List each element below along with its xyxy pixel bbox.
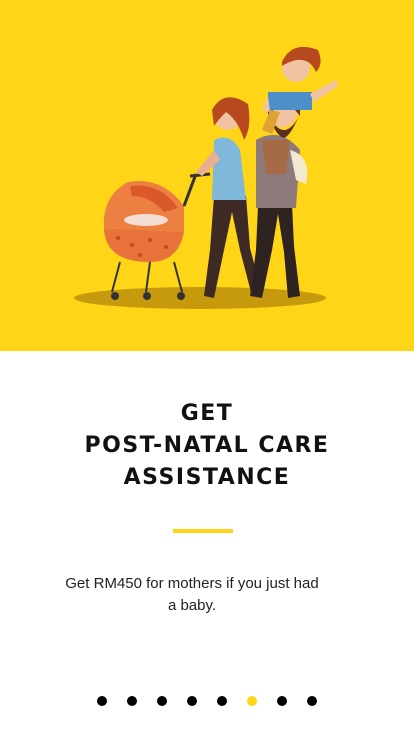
title-line-2: POST-NATAL CARE — [84, 433, 330, 458]
pager-dot[interactable] — [307, 696, 317, 706]
pager-dot[interactable] — [217, 696, 227, 706]
pager-dot[interactable] — [277, 696, 287, 706]
pager-dot[interactable] — [157, 696, 167, 706]
description-text: Get RM450 for mothers if you just had a … — [65, 575, 319, 614]
pager-dots — [0, 696, 414, 706]
pager-dot[interactable] — [127, 696, 137, 706]
stroller — [103, 172, 211, 300]
title-underline-divider — [173, 529, 233, 533]
title-line-3: ASSISTANCE — [123, 465, 291, 490]
hero-illustration-banner — [0, 0, 414, 351]
pager-dot-active[interactable] — [247, 696, 257, 706]
page-title: GET POST-NATAL CARE ASSISTANCE — [0, 398, 414, 494]
pager-dot[interactable] — [97, 696, 107, 706]
mother-figure — [196, 97, 262, 298]
father-figure — [250, 94, 308, 298]
pager-dot[interactable] — [187, 696, 197, 706]
child-figure — [262, 46, 338, 134]
family-with-stroller-illustration — [74, 46, 338, 309]
title-line-1: GET — [180, 401, 234, 426]
